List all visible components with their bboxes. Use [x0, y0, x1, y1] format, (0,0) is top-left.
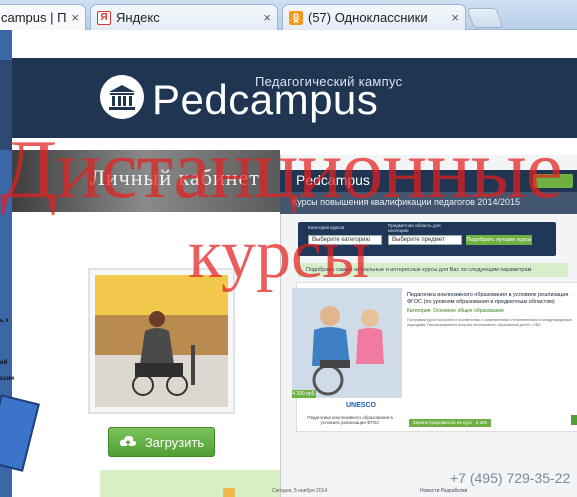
- upload-button[interactable]: Загрузить: [108, 427, 215, 457]
- footer-strip: [100, 470, 280, 497]
- subject-select[interactable]: Выберите предмет: [388, 235, 462, 245]
- current-date: Сегодня, 5 ноября 2014: [272, 488, 328, 494]
- new-tab-button[interactable]: [466, 8, 504, 28]
- close-tab-icon[interactable]: ×: [71, 10, 79, 25]
- yandex-favicon-icon: Я: [97, 10, 111, 25]
- course-image: [292, 288, 402, 398]
- close-tab-icon[interactable]: ×: [263, 10, 271, 25]
- left-text-fragment: ссии: [0, 376, 15, 382]
- tab-pedcampus[interactable]: campus | П ×: [0, 4, 86, 30]
- tab-odnoklassniki[interactable]: (57) Одноклассники ×: [282, 4, 466, 30]
- unesco-logo: UNESCO: [346, 402, 376, 409]
- close-tab-icon[interactable]: ×: [451, 10, 459, 25]
- tab-title: (57) Одноклассники: [308, 10, 428, 25]
- upload-button-label: Загрузить: [144, 434, 205, 450]
- register-course-button[interactable]: Зарегистрироваться на курс · 4 200 руб.: [409, 419, 491, 433]
- left-text-fragment: ь х: [0, 318, 9, 324]
- left-text-fragment: ий: [0, 360, 8, 366]
- course-description: Программа курса построена в соответствии…: [407, 318, 572, 327]
- subject-label: Предметная область для категории: [388, 223, 441, 233]
- tab-yandex[interactable]: Я Яндекс ×: [90, 4, 278, 30]
- avatar: [95, 275, 228, 407]
- pedcampus-logo-icon[interactable]: [100, 75, 144, 119]
- overlay-subtitle: курсы: [188, 216, 370, 293]
- contact-phone: +7 (495) 729-35-22: [450, 470, 571, 486]
- house-icon: [223, 488, 235, 497]
- upload-cloud-icon: [119, 434, 137, 451]
- site-name[interactable]: Pedcampus: [152, 78, 378, 122]
- browser-tab-strip: campus | П × Я Яндекс × (57) Одноклассни…: [0, 0, 577, 30]
- side-tab[interactable]: [571, 415, 577, 425]
- tab-title: campus | П: [1, 10, 67, 25]
- course-price-badge: 4 200 руб.: [292, 390, 316, 398]
- bottom-links[interactable]: Новости Разработки: [420, 488, 467, 494]
- tab-title: Яндекс: [116, 10, 160, 25]
- course-title[interactable]: Педагогика инклюзивного образования в ус…: [407, 292, 572, 306]
- course-category[interactable]: Категория: Основное общее образование: [407, 308, 504, 314]
- odnoklassniki-favicon-icon: [289, 10, 303, 25]
- find-courses-button[interactable]: Подобрать лучшие курсы: [466, 235, 532, 245]
- course-image-caption: Педагогика инклюзивного образования в ус…: [307, 415, 393, 425]
- overlay-title: Дистанционные: [0, 123, 563, 216]
